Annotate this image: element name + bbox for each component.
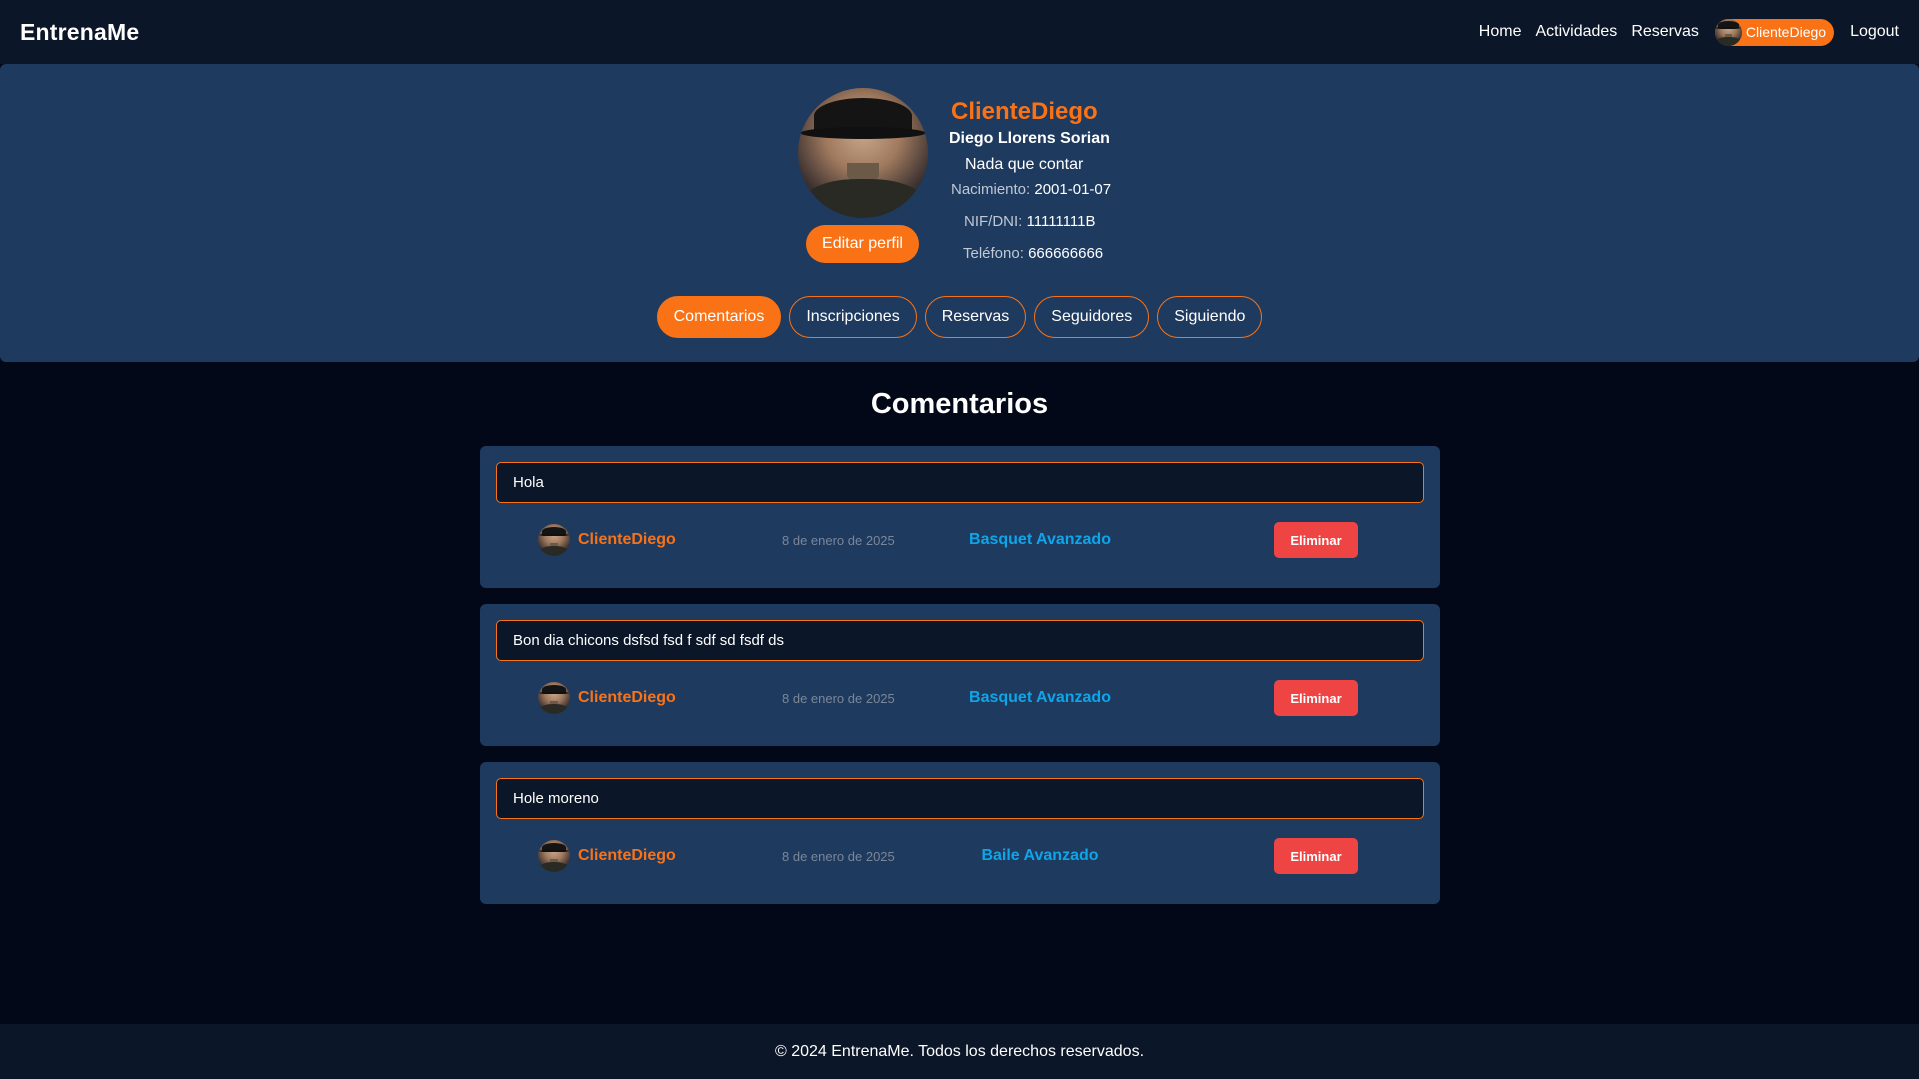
- profile-nif: NIF/DNI: 11111111B: [964, 213, 1095, 230]
- comment-date: 8 de enero de 2025: [782, 848, 895, 864]
- footer: © 2024 EntrenaMe. Todos los derechos res…: [0, 1024, 1919, 1079]
- nav-links: Home Actividades Reservas ClienteDiego L…: [1465, 18, 1899, 46]
- delete-comment-button[interactable]: Eliminar: [1274, 838, 1358, 874]
- comment-text: Bon dia chicons dsfsd fsd f sdf sd fsdf …: [496, 620, 1424, 661]
- phone-label: Teléfono:: [963, 245, 1024, 262]
- comment-text: Hola: [496, 462, 1424, 503]
- tab-reservas[interactable]: Reservas: [924, 296, 1027, 338]
- comments-list: Hola ClienteDiego 8 de enero de 2025 Bas…: [480, 446, 1440, 920]
- phone-value: 666666666: [1028, 245, 1104, 262]
- top-navbar: EntrenaMe Home Actividades Reservas Clie…: [0, 0, 1919, 64]
- nif-value: 11111111B: [1026, 213, 1096, 230]
- comment-author[interactable]: ClienteDiego: [538, 524, 676, 556]
- profile-full-name: Diego Llorens Sorian: [949, 130, 1110, 147]
- comment-date: 8 de enero de 2025: [782, 690, 895, 706]
- user-avatar-icon: [1714, 18, 1742, 46]
- comment-author[interactable]: ClienteDiego: [538, 682, 676, 714]
- brand-logo[interactable]: EntrenaMe: [20, 19, 139, 46]
- birthdate-value: 2001-01-07: [1034, 181, 1112, 198]
- comment-meta: ClienteDiego 8 de enero de 2025 Baile Av…: [480, 838, 1440, 874]
- comment-card: Hola ClienteDiego 8 de enero de 2025 Bas…: [480, 446, 1440, 588]
- section-title: Comentarios: [870, 388, 1049, 420]
- comment-activity-link[interactable]: Basquet Avanzado: [950, 531, 1130, 549]
- comment-card: Bon dia chicons dsfsd fsd f sdf sd fsdf …: [480, 604, 1440, 746]
- tab-siguiendo[interactable]: Siguiendo: [1157, 296, 1263, 338]
- comment-text: Hole moreno: [496, 778, 1424, 819]
- comment-author[interactable]: ClienteDiego: [538, 840, 676, 872]
- nav-user-profile-button[interactable]: ClienteDiego: [1714, 18, 1835, 46]
- comment-activity-link[interactable]: Basquet Avanzado: [950, 689, 1130, 707]
- footer-text: © 2024 EntrenaMe. Todos los derechos res…: [774, 1042, 1145, 1060]
- author-avatar-icon: [538, 840, 570, 872]
- comment-card: Hole moreno ClienteDiego 8 de enero de 2…: [480, 762, 1440, 904]
- profile-tabs: Comentarios Inscripciones Reservas Segui…: [0, 296, 1919, 338]
- tab-inscripciones[interactable]: Inscripciones: [789, 296, 917, 338]
- author-avatar-icon: [538, 682, 570, 714]
- profile-bio: Nada que contar: [965, 156, 1084, 173]
- comment-date: 8 de enero de 2025: [782, 532, 895, 548]
- tab-seguidores[interactable]: Seguidores: [1034, 296, 1150, 338]
- author-avatar-icon: [538, 524, 570, 556]
- nav-link-home[interactable]: Home: [1479, 23, 1522, 41]
- tab-comentarios[interactable]: Comentarios: [656, 296, 782, 338]
- nav-link-reservas[interactable]: Reservas: [1631, 23, 1699, 41]
- profile-username: ClienteDiego: [951, 98, 1098, 125]
- birthdate-label: Nacimiento:: [951, 181, 1031, 198]
- profile-phone: Teléfono: 666666666: [963, 245, 1103, 262]
- edit-profile-button[interactable]: Editar perfil: [806, 225, 919, 263]
- logout-link[interactable]: Logout: [1850, 23, 1899, 41]
- profile-avatar: [798, 88, 928, 218]
- profile-birthdate: Nacimiento: 2001-01-07: [951, 181, 1111, 198]
- author-name: ClienteDiego: [578, 531, 676, 548]
- author-name: ClienteDiego: [578, 689, 676, 706]
- comment-meta: ClienteDiego 8 de enero de 2025 Basquet …: [480, 680, 1440, 716]
- comment-activity-link[interactable]: Baile Avanzado: [950, 847, 1130, 865]
- comment-meta: ClienteDiego 8 de enero de 2025 Basquet …: [480, 522, 1440, 558]
- nif-label: NIF/DNI:: [964, 213, 1023, 230]
- nav-link-actividades[interactable]: Actividades: [1535, 23, 1617, 41]
- delete-comment-button[interactable]: Eliminar: [1274, 680, 1358, 716]
- author-name: ClienteDiego: [578, 847, 676, 864]
- delete-comment-button[interactable]: Eliminar: [1274, 522, 1358, 558]
- nav-user-label: ClienteDiego: [1745, 24, 1827, 40]
